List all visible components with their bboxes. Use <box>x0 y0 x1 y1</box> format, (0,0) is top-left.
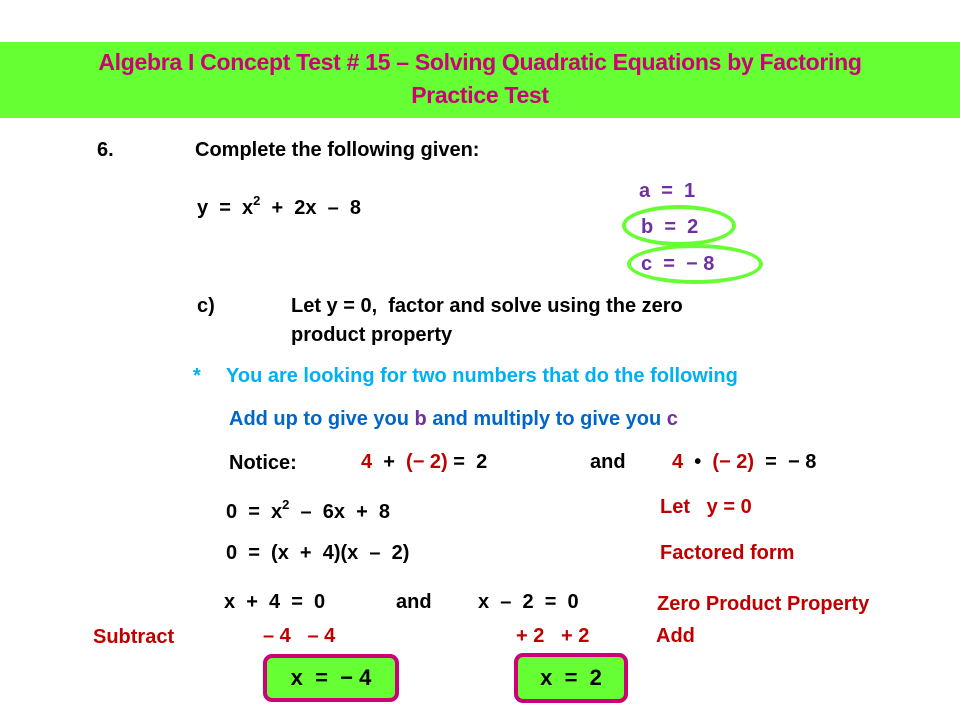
add-operation: + 2 + 2 <box>516 625 590 647</box>
hint-line-2-b: b <box>414 408 427 430</box>
step-3-connector: and <box>396 591 432 613</box>
notice-sum: 4 + (− 2) = 2 <box>361 452 487 472</box>
title-line-1: Algebra I Concept Test # 15 – Solving Qu… <box>98 49 862 75</box>
notice-product-n2: (− 2) <box>712 451 755 473</box>
solution-box-2: x = 2 <box>514 653 628 703</box>
notice-product: 4 • (− 2) = − 8 <box>672 452 816 472</box>
solution-1: x = − 4 <box>290 665 372 690</box>
part-c-instruction-line-1: Let y = 0, factor and solve using the ze… <box>291 295 683 317</box>
part-c-instruction-line-2: product property <box>291 324 453 346</box>
notice-sum-op: + <box>372 451 407 473</box>
coefficient-b: b = 2 <box>641 216 699 238</box>
title-banner: Algebra I Concept Test # 15 – Solving Qu… <box>0 42 960 118</box>
step-3-note: Zero Product Property <box>657 593 870 615</box>
hint-line-2-text-c: and multiply to give you <box>426 408 667 430</box>
notice-connector: and <box>590 451 626 473</box>
hint-line-2-c: c <box>666 408 678 430</box>
solution-2: x = 2 <box>540 665 602 690</box>
step-2-note: Factored form <box>660 542 795 564</box>
hint-bullet: * <box>193 365 201 387</box>
given-equation-suffix: + 2x – 8 <box>260 197 362 219</box>
coefficient-c: c = − 8 <box>641 253 715 275</box>
solution-box-1: x = − 4 <box>263 654 399 702</box>
coefficient-a: a = 1 <box>639 180 696 202</box>
notice-product-op: • <box>683 451 713 473</box>
add-label: Add <box>656 625 695 647</box>
step-3-left: x + 4 = 0 <box>224 591 326 613</box>
given-equation: y = x2 + 2x – 8 <box>197 194 361 218</box>
part-c-label: c) <box>197 295 215 317</box>
title-line-2: Practice Test <box>411 82 549 108</box>
hint-line-2: Add up to give you b and multiply to giv… <box>229 409 678 429</box>
notice-product-result: = − 8 <box>754 451 817 473</box>
notice-product-n1: 4 <box>672 451 684 473</box>
problem-instruction: Complete the following given: <box>195 139 480 161</box>
step-1-note: Let y = 0 <box>660 496 752 518</box>
step-1-equation: 0 = x2 – 6x + 8 <box>226 498 390 522</box>
step-1-suffix: – 6x + 8 <box>289 501 391 523</box>
step-3-right: x – 2 = 0 <box>478 591 579 613</box>
step-1-prefix: 0 = x <box>226 501 283 523</box>
notice-label: Notice: <box>229 452 297 474</box>
hint-line-1: You are looking for two numbers that do … <box>226 365 738 387</box>
step-2-equation: 0 = (x + 4)(x – 2) <box>226 542 410 564</box>
notice-sum-n1: 4 <box>361 451 373 473</box>
problem-number: 6. <box>97 139 114 161</box>
given-equation-prefix: y = x <box>197 197 254 219</box>
subtract-label: Subtract <box>93 626 175 648</box>
subtract-operation: – 4 – 4 <box>263 625 336 647</box>
notice-sum-n2: (− 2) <box>406 451 448 473</box>
notice-sum-result: = 2 <box>447 451 488 473</box>
hint-line-2-text-a: Add up to give you <box>229 408 415 430</box>
